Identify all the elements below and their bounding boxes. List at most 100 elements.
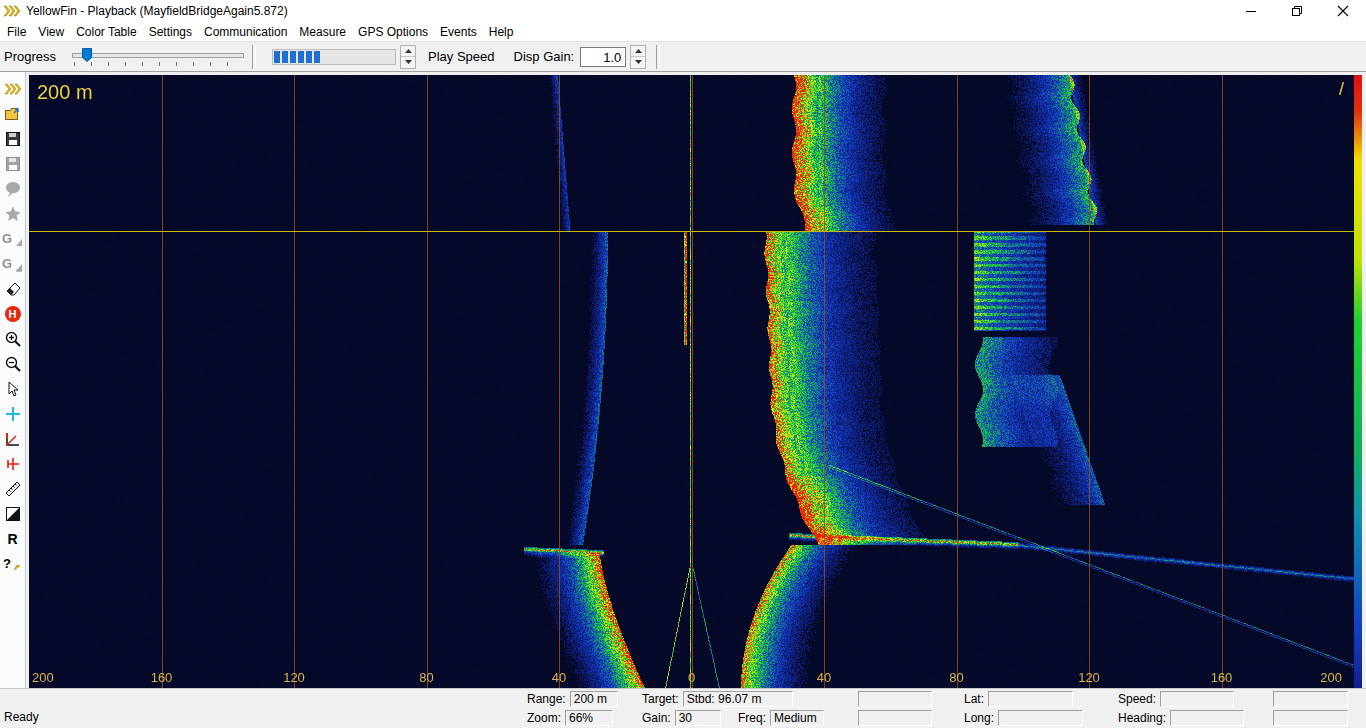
play-speed-label: Play Speed	[428, 49, 495, 64]
icon-shape	[4, 355, 22, 373]
menu-item[interactable]: Events	[434, 24, 483, 40]
field-value: Stbd: 96.07 m	[683, 691, 793, 707]
title-bar: YellowFin - Playback (MayfieldBridgeAgai…	[0, 0, 1366, 22]
gain-spinner[interactable]	[630, 45, 646, 69]
field-label: Gain:	[640, 711, 675, 725]
icon-shape	[5, 255, 23, 273]
status-field: Long:	[962, 710, 1116, 726]
star-tool[interactable]	[2, 203, 24, 224]
progress-label: Progress	[4, 49, 56, 64]
icon-shape	[4, 130, 22, 148]
save-icon	[4, 130, 22, 148]
status-field	[1270, 691, 1350, 707]
status-field: Gain:30	[640, 710, 736, 726]
balloon-tool[interactable]	[2, 178, 24, 199]
saveas-icon	[4, 155, 22, 173]
menu-item[interactable]: Settings	[143, 24, 198, 40]
icon-shape	[4, 455, 22, 473]
contrast-tool[interactable]	[2, 503, 24, 524]
eraser-icon	[4, 280, 22, 298]
axis-tick: 80	[419, 670, 433, 685]
minimize-icon[interactable]	[1228, 0, 1274, 22]
window-title: YellowFin - Playback (MayfieldBridgeAgai…	[26, 4, 288, 18]
status-field: Target:Stbd: 96.07 m	[640, 691, 855, 707]
reset-icon: R	[7, 531, 17, 547]
status-field: Freq:Medium	[736, 710, 855, 726]
spin-up-icon[interactable]	[631, 46, 645, 57]
menu-item[interactable]: File	[1, 24, 32, 40]
open-tool[interactable]	[2, 103, 24, 124]
ruler-tool[interactable]	[2, 478, 24, 499]
axis-tick: 200	[32, 670, 54, 685]
window-controls	[1228, 0, 1366, 22]
status-field: Speed:	[1116, 691, 1270, 707]
zoomout-tool[interactable]	[2, 353, 24, 374]
status-field	[855, 710, 962, 726]
range-tool[interactable]	[2, 428, 24, 449]
axis-tick: 120	[283, 670, 305, 685]
saveas-tool[interactable]	[2, 153, 24, 174]
icon-shape	[4, 205, 22, 223]
axis-tick: 80	[949, 670, 963, 685]
axis-tick: 160	[1211, 670, 1233, 685]
menu-item[interactable]: View	[32, 24, 70, 40]
icon-shape	[4, 430, 22, 448]
gain2-tool[interactable]: G	[2, 253, 24, 274]
corner-mark: /	[1339, 79, 1344, 100]
contrast-icon	[4, 505, 22, 523]
sonar-canvas[interactable]	[29, 75, 1354, 688]
cross-tool[interactable]	[2, 403, 24, 424]
playback-toolbar: ProgressPlay SpeedDisp Gain:1.0	[0, 42, 1366, 72]
status-field: Range:200 m	[525, 691, 640, 707]
field-label: Long:	[962, 711, 998, 725]
field-label: Heading:	[1116, 711, 1170, 725]
slider-thumb[interactable]	[82, 48, 92, 62]
icon-shape	[4, 555, 22, 573]
menu-item[interactable]: Color Table	[70, 24, 142, 40]
icon-shape	[4, 480, 22, 498]
field-value	[1273, 691, 1348, 707]
spin-down-icon[interactable]	[631, 56, 645, 68]
color-scale	[1354, 75, 1362, 688]
axis-tick: 200	[1320, 670, 1342, 685]
offset-tool[interactable]	[2, 453, 24, 474]
status-field	[855, 691, 962, 707]
help-tool[interactable]: ?	[2, 553, 24, 574]
tool-letter: G	[2, 256, 12, 272]
icon-shape	[4, 105, 22, 123]
hold-tool[interactable]: H	[2, 303, 24, 324]
status-bar: ReadyRange:200 mTarget:Stbd: 96.07 mLat:…	[0, 688, 1366, 728]
zoomout-icon	[4, 355, 22, 373]
spin-down-icon[interactable]	[401, 56, 415, 68]
spin-up-icon[interactable]	[401, 46, 415, 57]
cross-icon	[4, 405, 22, 423]
menu-item[interactable]: Communication	[198, 24, 293, 40]
axis-tick: 160	[151, 670, 173, 685]
status-field	[1270, 710, 1350, 726]
gain-tool[interactable]: G	[2, 228, 24, 249]
buffer-fill	[274, 51, 320, 63]
field-value	[858, 710, 932, 726]
field-label: Zoom:	[525, 711, 565, 725]
restore-icon[interactable]	[1274, 0, 1320, 22]
zoomin-tool[interactable]	[2, 328, 24, 349]
menu-item[interactable]: Help	[483, 24, 520, 40]
icon-shape	[4, 380, 22, 398]
save-tool[interactable]	[2, 128, 24, 149]
arrows-tool[interactable]	[2, 78, 24, 99]
field-value: 30	[675, 710, 721, 726]
field-label: Target:	[640, 692, 683, 706]
menu-item[interactable]: Measure	[293, 24, 352, 40]
gain2-icon: G	[2, 255, 23, 273]
disp-gain-input[interactable]: 1.0	[580, 47, 626, 67]
sonar-display[interactable]: 200 m/200160120804004080120160200	[29, 75, 1354, 688]
open-icon	[4, 105, 22, 123]
menu-item[interactable]: GPS Options	[352, 24, 434, 40]
reset-tool[interactable]: R	[2, 528, 24, 549]
eraser-tool[interactable]	[2, 278, 24, 299]
pointer-tool[interactable]	[2, 378, 24, 399]
separator	[252, 45, 256, 69]
progress-slider[interactable]	[70, 46, 246, 68]
speed-spinner[interactable]	[400, 45, 416, 69]
close-icon[interactable]	[1320, 0, 1366, 22]
